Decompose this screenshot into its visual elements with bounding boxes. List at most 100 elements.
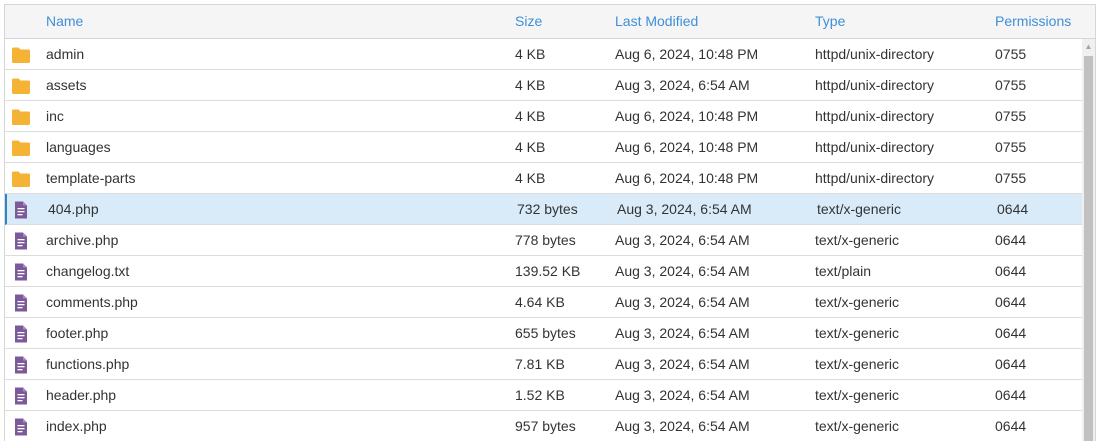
file-permissions: 0644 <box>995 418 1027 434</box>
file-type: text/x-generic <box>815 232 900 248</box>
table-row[interactable]: functions.php 7.81 KB Aug 3, 2024, 6:54 … <box>5 349 1082 380</box>
file-size: 655 bytes <box>515 325 576 341</box>
file-type: httpd/unix-directory <box>815 139 935 155</box>
column-header-name[interactable]: Name <box>46 5 83 38</box>
file-icon <box>11 325 31 343</box>
table-row[interactable]: header.php 1.52 KB Aug 3, 2024, 6:54 AM … <box>5 380 1082 411</box>
file-type: text/x-generic <box>815 294 900 310</box>
file-type: httpd/unix-directory <box>815 46 935 62</box>
scrollbar-thumb[interactable] <box>1084 56 1093 441</box>
folder-icon <box>11 46 31 64</box>
file-icon <box>11 418 31 436</box>
table-row[interactable]: footer.php 655 bytes Aug 3, 2024, 6:54 A… <box>5 318 1082 349</box>
file-last-modified: Aug 3, 2024, 6:54 AM <box>615 418 750 434</box>
file-permissions: 0644 <box>995 294 1027 310</box>
file-icon <box>11 294 31 312</box>
table-row[interactable]: template-parts 4 KB Aug 6, 2024, 10:48 P… <box>5 163 1082 194</box>
file-size: 4.64 KB <box>515 294 565 310</box>
table-header: Name Size Last Modified Type Permissions <box>5 5 1095 39</box>
file-permissions: 0755 <box>995 139 1027 155</box>
file-permissions: 0755 <box>995 170 1027 186</box>
file-permissions: 0644 <box>995 232 1027 248</box>
file-last-modified: Aug 3, 2024, 6:54 AM <box>615 387 750 403</box>
file-icon <box>11 263 31 281</box>
file-size: 957 bytes <box>515 418 576 434</box>
file-name[interactable]: header.php <box>46 380 116 410</box>
file-type: text/x-generic <box>815 387 900 403</box>
file-icon <box>11 387 31 405</box>
file-type: httpd/unix-directory <box>815 108 935 124</box>
file-icon <box>11 201 31 219</box>
file-name[interactable]: admin <box>46 39 84 69</box>
table-row[interactable]: index.php 957 bytes Aug 3, 2024, 6:54 AM… <box>5 411 1082 441</box>
file-type: httpd/unix-directory <box>815 170 935 186</box>
file-icon <box>11 356 31 374</box>
file-last-modified: Aug 3, 2024, 6:54 AM <box>617 201 752 217</box>
file-name[interactable]: assets <box>46 70 86 100</box>
file-size: 4 KB <box>515 108 546 124</box>
file-name[interactable]: functions.php <box>46 349 129 379</box>
file-size: 778 bytes <box>515 232 576 248</box>
file-list-table: Name Size Last Modified Type Permissions… <box>4 4 1096 441</box>
file-type: text/x-generic <box>815 418 900 434</box>
file-permissions: 0644 <box>995 356 1027 372</box>
file-last-modified: Aug 6, 2024, 10:48 PM <box>615 170 759 186</box>
file-last-modified: Aug 3, 2024, 6:54 AM <box>615 356 750 372</box>
file-name[interactable]: inc <box>46 101 64 131</box>
folder-icon <box>11 139 31 157</box>
file-permissions: 0644 <box>995 387 1027 403</box>
file-size: 732 bytes <box>517 201 578 217</box>
file-type: text/plain <box>815 263 872 279</box>
folder-icon <box>11 170 31 188</box>
file-size: 4 KB <box>515 46 546 62</box>
table-row[interactable]: admin 4 KB Aug 6, 2024, 10:48 PM httpd/u… <box>5 39 1082 70</box>
file-name[interactable]: 404.php <box>48 194 99 224</box>
column-header-size[interactable]: Size <box>515 5 542 38</box>
file-permissions: 0755 <box>995 46 1027 62</box>
file-type: text/x-generic <box>817 201 902 217</box>
column-header-type[interactable]: Type <box>815 5 845 38</box>
folder-icon <box>11 108 31 126</box>
table-row[interactable]: archive.php 778 bytes Aug 3, 2024, 6:54 … <box>5 225 1082 256</box>
scroll-up-arrow-icon[interactable]: ▲ <box>1082 39 1095 55</box>
file-last-modified: Aug 6, 2024, 10:48 PM <box>615 139 759 155</box>
file-permissions: 0644 <box>997 201 1029 217</box>
file-permissions: 0755 <box>995 77 1027 93</box>
file-size: 4 KB <box>515 170 546 186</box>
folder-icon <box>11 77 31 95</box>
file-last-modified: Aug 6, 2024, 10:48 PM <box>615 108 759 124</box>
file-size: 7.81 KB <box>515 356 565 372</box>
file-name[interactable]: index.php <box>46 411 107 441</box>
file-type: httpd/unix-directory <box>815 77 935 93</box>
file-name[interactable]: comments.php <box>46 287 138 317</box>
file-last-modified: Aug 3, 2024, 6:54 AM <box>615 294 750 310</box>
file-last-modified: Aug 3, 2024, 6:54 AM <box>615 232 750 248</box>
file-permissions: 0644 <box>995 263 1027 279</box>
table-row[interactable]: languages 4 KB Aug 6, 2024, 10:48 PM htt… <box>5 132 1082 163</box>
file-last-modified: Aug 3, 2024, 6:54 AM <box>615 325 750 341</box>
file-last-modified: Aug 3, 2024, 6:54 AM <box>615 263 750 279</box>
file-size: 4 KB <box>515 139 546 155</box>
file-size: 4 KB <box>515 77 546 93</box>
file-name[interactable]: archive.php <box>46 225 118 255</box>
file-type: text/x-generic <box>815 325 900 341</box>
file-name[interactable]: changelog.txt <box>46 256 129 286</box>
table-row[interactable]: changelog.txt 139.52 KB Aug 3, 2024, 6:5… <box>5 256 1082 287</box>
table-row[interactable]: comments.php 4.64 KB Aug 3, 2024, 6:54 A… <box>5 287 1082 318</box>
vertical-scrollbar[interactable]: ▲ <box>1082 39 1095 441</box>
file-name[interactable]: footer.php <box>46 318 108 348</box>
table-row[interactable]: inc 4 KB Aug 6, 2024, 10:48 PM httpd/uni… <box>5 101 1082 132</box>
table-body: admin 4 KB Aug 6, 2024, 10:48 PM httpd/u… <box>5 39 1082 441</box>
table-row[interactable]: assets 4 KB Aug 3, 2024, 6:54 AM httpd/u… <box>5 70 1082 101</box>
file-name[interactable]: languages <box>46 132 111 162</box>
file-size: 139.52 KB <box>515 263 581 279</box>
file-name[interactable]: template-parts <box>46 163 135 193</box>
column-header-last-modified[interactable]: Last Modified <box>615 5 698 38</box>
file-permissions: 0755 <box>995 108 1027 124</box>
table-row[interactable]: 404.php 732 bytes Aug 3, 2024, 6:54 AM t… <box>5 194 1082 225</box>
column-header-permissions[interactable]: Permissions <box>995 5 1071 38</box>
file-permissions: 0644 <box>995 325 1027 341</box>
file-icon <box>11 232 31 250</box>
file-last-modified: Aug 3, 2024, 6:54 AM <box>615 77 750 93</box>
file-last-modified: Aug 6, 2024, 10:48 PM <box>615 46 759 62</box>
